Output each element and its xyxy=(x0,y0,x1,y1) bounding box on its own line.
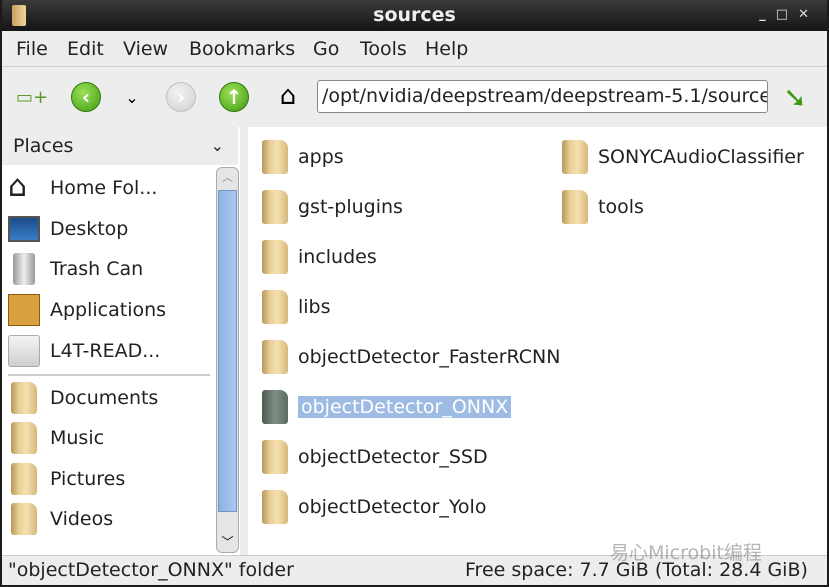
file-item[interactable]: gst-plugins xyxy=(262,187,403,227)
window-title: sources xyxy=(373,4,456,26)
file-view: apps gst-plugins includes libs objectDet… xyxy=(248,127,827,555)
folder-icon xyxy=(562,190,588,224)
sidebar-item-label: L4T-READ... xyxy=(50,340,161,362)
sidebar-separator xyxy=(8,374,210,376)
drive-icon xyxy=(8,335,40,367)
trash-icon xyxy=(13,253,35,285)
sidebar-item-desktop[interactable]: Desktop xyxy=(8,209,213,249)
file-item[interactable]: tools xyxy=(562,187,644,227)
folder-icon xyxy=(11,503,37,535)
folder-icon xyxy=(262,140,288,174)
file-item[interactable]: includes xyxy=(262,237,377,277)
chevron-down-icon: ⌄ xyxy=(210,136,224,155)
sidebar-item-label: Desktop xyxy=(50,218,129,240)
folder-icon xyxy=(262,340,288,374)
sidebar-item-label: Applications xyxy=(50,299,167,321)
new-tab-icon[interactable]: ▭+ xyxy=(16,84,48,110)
sidebar-item-home[interactable]: ⌂ Home Fol... xyxy=(8,168,213,208)
folder-icon xyxy=(262,490,288,524)
file-item[interactable]: objectDetector_SSD xyxy=(262,437,488,477)
file-label: includes xyxy=(298,246,377,268)
home-icon: ⌂ xyxy=(8,169,28,204)
menu-view[interactable]: View xyxy=(123,38,168,60)
sidebar-item-label: Music xyxy=(50,427,105,449)
maximize-button[interactable]: □ xyxy=(776,7,798,22)
menu-go[interactable]: Go xyxy=(313,38,339,60)
file-label: objectDetector_FasterRCNN xyxy=(298,346,561,368)
sidebar-item-pictures[interactable]: Pictures xyxy=(8,459,213,499)
folder-icon xyxy=(262,440,288,474)
menu-bookmarks[interactable]: Bookmarks xyxy=(189,38,295,60)
menu-bar: File Edit View Bookmarks Go Tools Help xyxy=(2,31,827,67)
file-item[interactable]: apps xyxy=(262,137,344,177)
folder-icon xyxy=(262,190,288,224)
folder-app-icon xyxy=(12,5,26,26)
file-label: SONYCAudioClassifier xyxy=(598,146,804,168)
places-label: Places xyxy=(13,135,74,157)
folder-icon xyxy=(11,382,37,414)
file-manager-window: sources _□✕ File Edit View Bookmarks Go … xyxy=(2,0,827,585)
file-label: objectDetector_Yolo xyxy=(298,496,487,518)
menu-file[interactable]: File xyxy=(16,38,48,60)
menu-edit[interactable]: Edit xyxy=(67,38,104,60)
sidebar-item-label: Trash Can xyxy=(50,258,144,280)
file-item[interactable]: objectDetector_FasterRCNN xyxy=(262,337,560,377)
file-item-selected[interactable]: objectDetector_ONNX xyxy=(262,387,512,427)
title-bar: sources _□✕ xyxy=(2,0,827,31)
folder-icon xyxy=(262,390,288,424)
file-label: apps xyxy=(298,146,344,168)
sidebar-item-label: Pictures xyxy=(50,468,126,490)
file-label: libs xyxy=(298,296,331,318)
folder-icon xyxy=(11,422,37,454)
file-item[interactable]: SONYCAudioClassifier xyxy=(562,137,804,177)
file-item[interactable]: objectDetector_Yolo xyxy=(262,487,486,527)
file-label: objectDetector_SSD xyxy=(298,446,488,468)
folder-icon xyxy=(262,240,288,274)
folder-icon xyxy=(262,290,288,324)
desktop-icon xyxy=(8,216,40,242)
scroll-up-icon[interactable]: ︿ xyxy=(217,169,238,185)
sidebar-item-drive[interactable]: L4T-READ... xyxy=(8,331,213,371)
sidebar-item-label: Videos xyxy=(50,508,114,530)
sidebar-item-trash[interactable]: Trash Can xyxy=(8,249,213,289)
minimize-button[interactable]: _ xyxy=(759,7,776,22)
sidebar-item-applications[interactable]: Applications xyxy=(8,290,213,330)
address-input[interactable]: /opt/nvidia/deepstream/deepstream-5.1/so… xyxy=(317,80,768,113)
file-label: tools xyxy=(598,196,644,218)
scroll-down-icon[interactable]: ﹀ xyxy=(217,533,238,550)
applications-icon xyxy=(8,294,40,326)
file-item[interactable]: libs xyxy=(262,287,331,327)
go-icon[interactable]: ➘ xyxy=(778,80,812,114)
toolbar: ▭+ ‹ ⌄ › ↑ ⌂ /opt/nvidia/deepstream/deep… xyxy=(2,68,827,126)
scrollbar-thumb[interactable] xyxy=(218,190,237,512)
places-dropdown[interactable]: Places ⌄ xyxy=(2,127,238,165)
pane-resize-handle[interactable] xyxy=(240,127,248,555)
sidebar-item-music[interactable]: Music xyxy=(8,418,213,458)
sidebar-item-videos[interactable]: Videos xyxy=(8,499,213,539)
menu-help[interactable]: Help xyxy=(425,38,468,60)
watermark: 易心Microbit编程 xyxy=(610,542,762,564)
sidebar-item-label: Home Fol... xyxy=(50,177,158,199)
menu-tools[interactable]: Tools xyxy=(360,38,407,60)
folder-icon xyxy=(562,140,588,174)
sidebar-item-label: Documents xyxy=(50,387,159,409)
sidebar-item-documents[interactable]: Documents xyxy=(8,378,213,418)
folder-icon xyxy=(11,463,37,495)
home-icon[interactable]: ⌂ xyxy=(272,80,304,112)
file-label: gst-plugins xyxy=(298,196,403,218)
file-label: objectDetector_ONNX xyxy=(298,396,512,418)
places-sidebar: Places ⌄ ⌂ Home Fol... Desktop Trash Can A… xyxy=(2,127,240,555)
history-dropdown-icon[interactable]: ⌄ xyxy=(120,84,144,110)
up-icon[interactable]: ↑ xyxy=(219,82,249,112)
close-button[interactable]: ✕ xyxy=(798,7,819,22)
back-icon[interactable]: ‹ xyxy=(71,82,101,112)
sidebar-scrollbar[interactable]: ︿ ﹀ xyxy=(216,167,239,553)
status-selection: "objectDetector_ONNX" folder xyxy=(8,559,294,581)
forward-icon[interactable]: › xyxy=(166,82,196,112)
